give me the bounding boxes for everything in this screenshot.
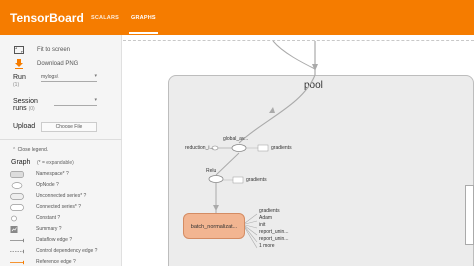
tab-scalars[interactable]: SCALARS (91, 15, 119, 21)
unconnected-series-icon (10, 193, 24, 200)
summary-icon (10, 226, 18, 233)
download-png-label: Download PNG (37, 61, 79, 67)
bn-output-report-1: report_unin... (259, 229, 289, 235)
download-icon (14, 59, 24, 69)
dropdown-arrow-icon: ▾ (94, 97, 97, 103)
dropdown-arrow-icon: ▾ (94, 73, 97, 79)
legend-reference-edge: Reference edge ? (0, 259, 122, 266)
tab-graphs[interactable]: GRAPHS (131, 15, 156, 21)
connected-series-icon (10, 204, 24, 211)
active-tab-indicator (129, 32, 158, 34)
run-count: (1) (13, 82, 20, 88)
top-app-bar: TensorBoard SCALARS GRAPHS (0, 0, 474, 35)
bn-output-adam: Adam (259, 215, 273, 221)
sidebar: Fit to screen Download PNG Run (1) mylog… (0, 35, 122, 266)
dataflow-edge-icon (10, 238, 24, 243)
sidebar-divider (0, 139, 122, 140)
legend-dataflow-edge: Dataflow edge ? (0, 237, 122, 245)
constant-icon (11, 215, 17, 222)
session-runs-count: (0) (28, 106, 35, 112)
legend-summary: Summary ? (0, 226, 122, 234)
batch-normalization-label: batch_normalizat... (190, 224, 238, 230)
run-select-value: mylogs\ (41, 74, 59, 80)
bn-output-gradients: gradients (259, 208, 280, 214)
graph-minimap[interactable] (465, 185, 474, 245)
legend-namespace: Namespace* ? (0, 171, 122, 179)
relu-node[interactable] (123, 35, 474, 266)
chevron-up-icon: ⌃ (12, 147, 17, 153)
graph-legend-title: Graph (11, 159, 31, 166)
graph-canvas[interactable]: pool global_av... reduction_i... gradien… (123, 35, 474, 266)
opnode-icon (11, 182, 23, 189)
run-label: Run (1) (13, 74, 26, 88)
close-legend-toggle[interactable]: ⌃ Close legend. (12, 147, 48, 153)
reference-edge-icon (10, 260, 24, 265)
fit-screen-icon (14, 45, 24, 55)
namespace-icon (10, 171, 24, 178)
gradients-label-2: gradients (246, 177, 267, 183)
graph-legend-note: (* = expandable) (37, 160, 74, 166)
app-title: TensorBoard (10, 11, 84, 25)
fit-to-screen-button[interactable]: Fit to screen (14, 45, 70, 55)
download-png-button[interactable]: Download PNG (14, 59, 78, 69)
choose-file-button[interactable]: Choose File (41, 122, 97, 132)
session-runs-label: Session runs (0) (13, 98, 38, 112)
bn-output-init: init (259, 222, 266, 228)
legend-control-dependency-edge: Control dependency edge ? (0, 248, 122, 256)
run-select[interactable]: mylogs\ ▾ (41, 73, 97, 82)
control-edge-icon (10, 249, 24, 254)
legend-opnode: OpNode ? (0, 182, 122, 190)
bn-output-more[interactable]: 1 more (259, 243, 275, 249)
legend-unconnected-series: Unconnected series* ? (0, 193, 122, 201)
legend-constant: Constant ? (0, 215, 122, 223)
fit-to-screen-label: Fit to screen (37, 47, 71, 53)
bn-output-report-2: report_unin... (259, 236, 289, 242)
batch-normalization-node[interactable]: batch_normalizat... (183, 213, 245, 239)
upload-label: Upload (13, 123, 36, 130)
relu-label: Relu (206, 168, 217, 174)
legend-connected-series: Connected series* ? (0, 204, 122, 212)
session-runs-select[interactable]: ▾ (54, 97, 97, 106)
